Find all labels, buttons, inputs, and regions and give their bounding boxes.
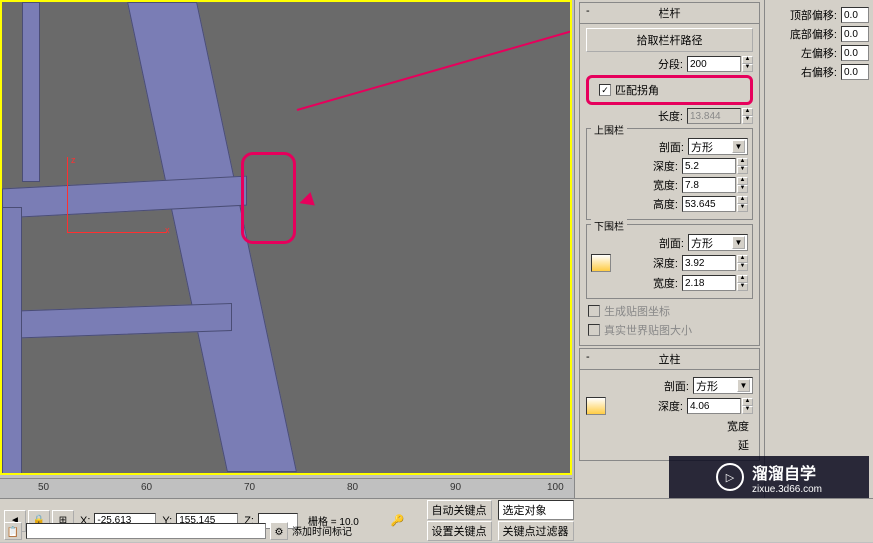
ruler-90: 90 — [450, 482, 461, 493]
post-depth-label: 深度: — [658, 398, 683, 414]
far-right-panel: 顶部偏移: 底部偏移: 左偏移: 右偏移: — [764, 0, 873, 500]
segments-label: 分段: — [658, 56, 683, 72]
time-config-button[interactable]: ⚙ — [270, 522, 288, 540]
ruler-80: 80 — [347, 482, 358, 493]
annotation-arrow — [297, 26, 570, 111]
axis-gizmo[interactable]: z x — [47, 157, 167, 257]
rollout-posts: 立柱 剖面: 方形▼ 深度: ▲▼ 宽度 延 — [579, 348, 760, 461]
auto-key-button[interactable]: 自动关键点 — [427, 500, 492, 520]
sel-obj-combo[interactable]: 选定对象 — [498, 500, 574, 520]
gen-map-coords-label: 生成贴图坐标 — [604, 303, 670, 319]
length-spinner: ▲▼ — [687, 108, 753, 124]
lower-profile-label: 剖面: — [659, 235, 684, 251]
segments-spinner[interactable]: ▲▼ — [687, 56, 753, 72]
ruler-100: 100 — [547, 482, 564, 493]
real-world-checkbox — [588, 324, 600, 336]
post-profile-select[interactable]: 方形▼ — [693, 377, 753, 394]
viewport[interactable]: z x — [0, 0, 572, 475]
post-profile-label: 剖面: — [664, 378, 689, 394]
ruler-60: 60 — [141, 482, 152, 493]
left-offset-input[interactable] — [841, 45, 869, 61]
axis-z-label: z — [71, 155, 76, 165]
watermark-text-1: 溜溜自学 — [752, 460, 822, 484]
ruler-70: 70 — [244, 482, 255, 493]
left-offset-label: 左偏移: — [801, 45, 837, 61]
chevron-down-icon[interactable]: ▼ — [732, 236, 745, 249]
play-icon: ▷ — [716, 463, 744, 491]
timeline-ruler[interactable]: 50 60 70 80 90 100 — [0, 478, 572, 496]
top-width-label: 宽度: — [653, 177, 678, 193]
lower-width-input[interactable] — [682, 275, 736, 291]
chevron-down-icon[interactable]: ▼ — [737, 379, 750, 392]
right-offset-input[interactable] — [841, 64, 869, 80]
top-width-input[interactable] — [682, 177, 736, 193]
rollout-header-railing[interactable]: 栏杆 — [580, 3, 759, 24]
top-depth-input[interactable] — [682, 158, 736, 174]
match-corners-label: 匹配拐角 — [615, 82, 659, 98]
pick-railing-path-button[interactable]: 拾取栏杆路径 — [586, 28, 753, 52]
lower-rail-title: 下围栏 — [591, 218, 627, 233]
script-button[interactable]: 📋 — [4, 522, 22, 540]
gen-map-coords-row[interactable]: 生成贴图坐标 — [588, 303, 751, 319]
spin-down[interactable]: ▼ — [742, 64, 753, 72]
top-offset-label: 顶部偏移: — [790, 7, 837, 23]
annotation-arrow-head — [297, 192, 315, 210]
top-depth-label: 深度: — [653, 158, 678, 174]
segments-input[interactable] — [687, 56, 741, 72]
ruler-50: 50 — [38, 482, 49, 493]
rollout-railing: 栏杆 拾取栏杆路径 分段: ▲▼ ✓ 匹配拐角 长度: — [579, 2, 760, 346]
length-input — [687, 108, 741, 124]
match-corners-checkbox[interactable]: ✓ — [599, 84, 611, 96]
add-time-tag-label[interactable]: 添加时间标记 — [292, 523, 352, 538]
axis-x-label: x — [165, 225, 170, 235]
watermark-text-2: zixue.3d66.com — [752, 484, 822, 495]
lower-depth-label: 深度: — [653, 255, 678, 271]
lower-profile-select[interactable]: 方形▼ — [688, 234, 748, 251]
top-profile-label: 剖面: — [659, 139, 684, 155]
length-label: 长度: — [658, 108, 683, 124]
real-world-label: 真实世界贴图大小 — [604, 322, 692, 338]
post-width-label: 宽度 — [727, 418, 749, 434]
command-panel: 栏杆 拾取栏杆路径 分段: ▲▼ ✓ 匹配拐角 长度: — [574, 0, 764, 500]
geometry-post-2 — [2, 207, 22, 473]
top-offset-input[interactable] — [841, 7, 869, 23]
bottom-offset-input[interactable] — [841, 26, 869, 42]
lower-status-row: 📋 ⚙ 添加时间标记 — [0, 519, 570, 542]
top-rail-title: 上围栏 — [591, 122, 627, 137]
bottom-offset-label: 底部偏移: — [790, 26, 837, 42]
top-height-label: 高度: — [653, 196, 678, 212]
lower-rail-group: 下围栏 剖面: 方形▼ 深度: ▲▼ 宽度: ▲▼ — [586, 224, 753, 299]
watermark: ▷ 溜溜自学 zixue.3d66.com — [669, 456, 869, 498]
real-world-row[interactable]: 真实世界贴图大小 — [588, 322, 751, 338]
right-offset-label: 右偏移: — [801, 64, 837, 80]
annotation-highlight — [241, 152, 296, 244]
post-swatch[interactable] — [586, 397, 606, 415]
top-profile-select[interactable]: 方形▼ — [688, 138, 748, 155]
rollout-header-posts[interactable]: 立柱 — [580, 349, 759, 370]
script-input[interactable] — [26, 523, 266, 539]
spin-up[interactable]: ▲ — [742, 56, 753, 64]
lower-depth-input[interactable] — [682, 255, 736, 271]
post-extend-label: 延 — [738, 437, 749, 453]
lower-rail-swatch[interactable] — [591, 254, 611, 272]
post-depth-input[interactable] — [687, 398, 741, 414]
top-height-input[interactable] — [682, 196, 736, 212]
geometry-post-1 — [22, 2, 40, 182]
chevron-down-icon[interactable]: ▼ — [732, 140, 745, 153]
gen-map-coords-checkbox — [588, 305, 600, 317]
lower-width-label: 宽度: — [653, 275, 678, 291]
match-corners-checkbox-row[interactable]: ✓ 匹配拐角 — [599, 82, 740, 98]
top-rail-group: 上围栏 剖面: 方形▼ 深度: ▲▼ 宽度: ▲▼ 高度: ▲▼ — [586, 128, 753, 220]
